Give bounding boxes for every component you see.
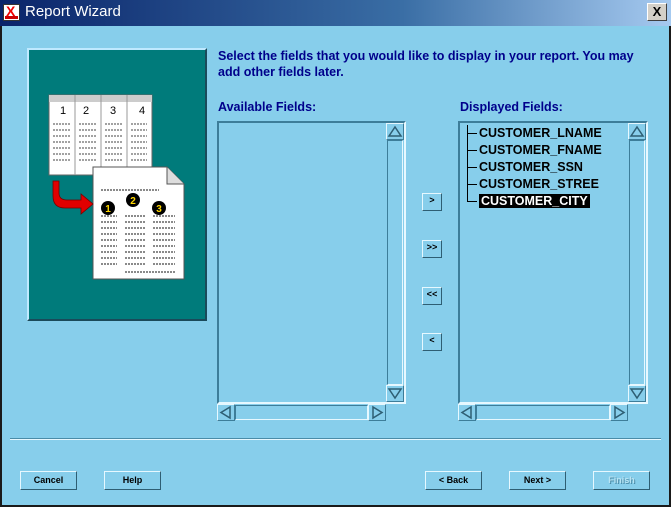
column-number: 1 bbox=[60, 105, 66, 117]
scroll-track[interactable] bbox=[387, 140, 403, 385]
available-fields-list[interactable] bbox=[217, 121, 406, 404]
column-number: 2 bbox=[83, 105, 89, 117]
list-item[interactable]: CUSTOMER_SSN bbox=[462, 159, 602, 176]
remove-field-button[interactable]: < bbox=[422, 333, 442, 351]
list-item-selected[interactable]: CUSTOMER_CITY bbox=[462, 193, 602, 210]
add-all-fields-button[interactable]: >> bbox=[422, 240, 442, 258]
remove-all-fields-button[interactable]: << bbox=[422, 287, 442, 305]
cancel-button[interactable]: Cancel bbox=[20, 471, 77, 490]
app-icon bbox=[3, 3, 20, 21]
scroll-track[interactable] bbox=[235, 405, 368, 420]
displayed-vertical-scrollbar[interactable] bbox=[628, 123, 646, 402]
help-button[interactable]: Help bbox=[104, 471, 161, 490]
column-number: 3 bbox=[110, 105, 116, 117]
list-item-label: CUSTOMER_LNAME bbox=[479, 126, 602, 140]
displayed-horizontal-scrollbar[interactable] bbox=[458, 404, 628, 421]
list-item[interactable]: CUSTOMER_FNAME bbox=[462, 142, 602, 159]
displayed-fields-label: Displayed Fields: bbox=[460, 100, 563, 114]
footer-separator bbox=[10, 438, 661, 440]
scroll-track[interactable] bbox=[629, 140, 645, 385]
finish-button[interactable]: Finish bbox=[593, 471, 650, 490]
column-number: 4 bbox=[139, 105, 145, 117]
arrow-right-icon bbox=[372, 405, 384, 420]
step-number: 2 bbox=[130, 196, 136, 207]
close-button[interactable]: X bbox=[647, 3, 667, 21]
available-horizontal-scrollbar[interactable] bbox=[217, 404, 386, 421]
list-item-label: CUSTOMER_FNAME bbox=[479, 143, 602, 157]
instructions-text: Select the fields that you would like to… bbox=[218, 49, 634, 79]
scroll-up-button[interactable] bbox=[386, 123, 404, 140]
step-number: 1 bbox=[105, 204, 111, 215]
window-title: Report Wizard bbox=[25, 3, 121, 20]
arrow-up-icon bbox=[629, 125, 645, 137]
list-item[interactable]: CUSTOMER_LNAME bbox=[462, 125, 602, 142]
list-item-label: CUSTOMER_STREE bbox=[479, 177, 599, 191]
step-number: 3 bbox=[156, 204, 162, 215]
arrow-up-icon bbox=[387, 125, 403, 137]
wizard-illustration: 1 2 3 4 1 2 3 bbox=[27, 48, 207, 321]
next-button[interactable]: Next > bbox=[509, 471, 566, 490]
list-item-label: CUSTOMER_SSN bbox=[479, 160, 583, 174]
list-item-label: CUSTOMER_CITY bbox=[479, 194, 590, 208]
title-bar: Report Wizard X bbox=[0, 0, 671, 26]
scroll-down-button[interactable] bbox=[386, 385, 404, 402]
add-field-button[interactable]: > bbox=[422, 193, 442, 211]
scroll-left-button[interactable] bbox=[458, 404, 476, 421]
scroll-down-button[interactable] bbox=[628, 385, 646, 402]
arrow-left-icon bbox=[219, 405, 231, 420]
report-illustration-graphic: 1 2 3 4 1 2 3 bbox=[48, 94, 185, 280]
scroll-left-button[interactable] bbox=[217, 404, 235, 421]
available-fields-label: Available Fields: bbox=[218, 100, 317, 114]
scroll-right-button[interactable] bbox=[368, 404, 386, 421]
arrow-left-icon bbox=[460, 405, 472, 420]
scroll-track[interactable] bbox=[476, 405, 610, 420]
displayed-fields-tree: CUSTOMER_LNAME CUSTOMER_FNAME CUSTOMER_S… bbox=[462, 125, 602, 210]
arrow-right-icon bbox=[614, 405, 626, 420]
scroll-up-button[interactable] bbox=[628, 123, 646, 140]
arrow-down-icon bbox=[387, 388, 403, 400]
back-button[interactable]: < Back bbox=[425, 471, 482, 490]
scroll-right-button[interactable] bbox=[610, 404, 628, 421]
available-vertical-scrollbar[interactable] bbox=[386, 123, 404, 402]
arrow-down-icon bbox=[629, 388, 645, 400]
list-item[interactable]: CUSTOMER_STREE bbox=[462, 176, 602, 193]
